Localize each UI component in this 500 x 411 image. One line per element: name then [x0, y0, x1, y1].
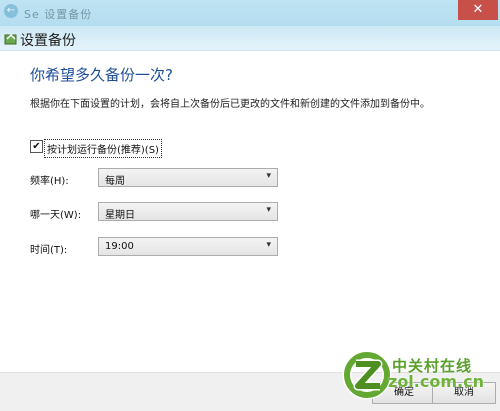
- watermark-domain: zol.com.cn: [388, 372, 484, 391]
- page-question: 你希望多久备份一次?: [30, 66, 173, 84]
- schedule-checkbox[interactable]: ✔: [30, 140, 43, 153]
- close-button[interactable]: ✕: [458, 0, 498, 20]
- day-value: 星期日: [105, 210, 135, 221]
- chevron-down-icon: ▾: [266, 205, 271, 215]
- dialog-title: 设置备份: [20, 33, 76, 49]
- window-titlebar: ← Se 设置备份 ✕: [0, 0, 500, 26]
- frequency-value: 每周: [105, 176, 125, 187]
- day-label: 哪一天(W):: [30, 210, 82, 221]
- frequency-label: 频率(H):: [30, 176, 69, 187]
- frequency-select[interactable]: 每周 ▾: [98, 168, 278, 187]
- backup-icon: [4, 33, 17, 45]
- window-title: Se 设置备份: [24, 8, 93, 21]
- zol-logo-icon: [342, 350, 392, 400]
- chevron-down-icon: ▾: [266, 240, 271, 250]
- time-value: 19:00: [105, 241, 134, 252]
- day-select[interactable]: 星期日 ▾: [98, 202, 278, 221]
- time-label: 时间(T):: [30, 245, 68, 256]
- schedule-checkbox-label[interactable]: 按计划运行备份(推荐)(S): [44, 139, 162, 158]
- back-arrow-icon[interactable]: ←: [4, 4, 18, 18]
- time-select[interactable]: 19:00 ▾: [98, 237, 278, 256]
- page-description: 根据你在下面设置的计划，会将自上次备份后已更改的文件和新创建的文件添加到备份中。: [30, 99, 430, 110]
- chevron-down-icon: ▾: [266, 171, 271, 181]
